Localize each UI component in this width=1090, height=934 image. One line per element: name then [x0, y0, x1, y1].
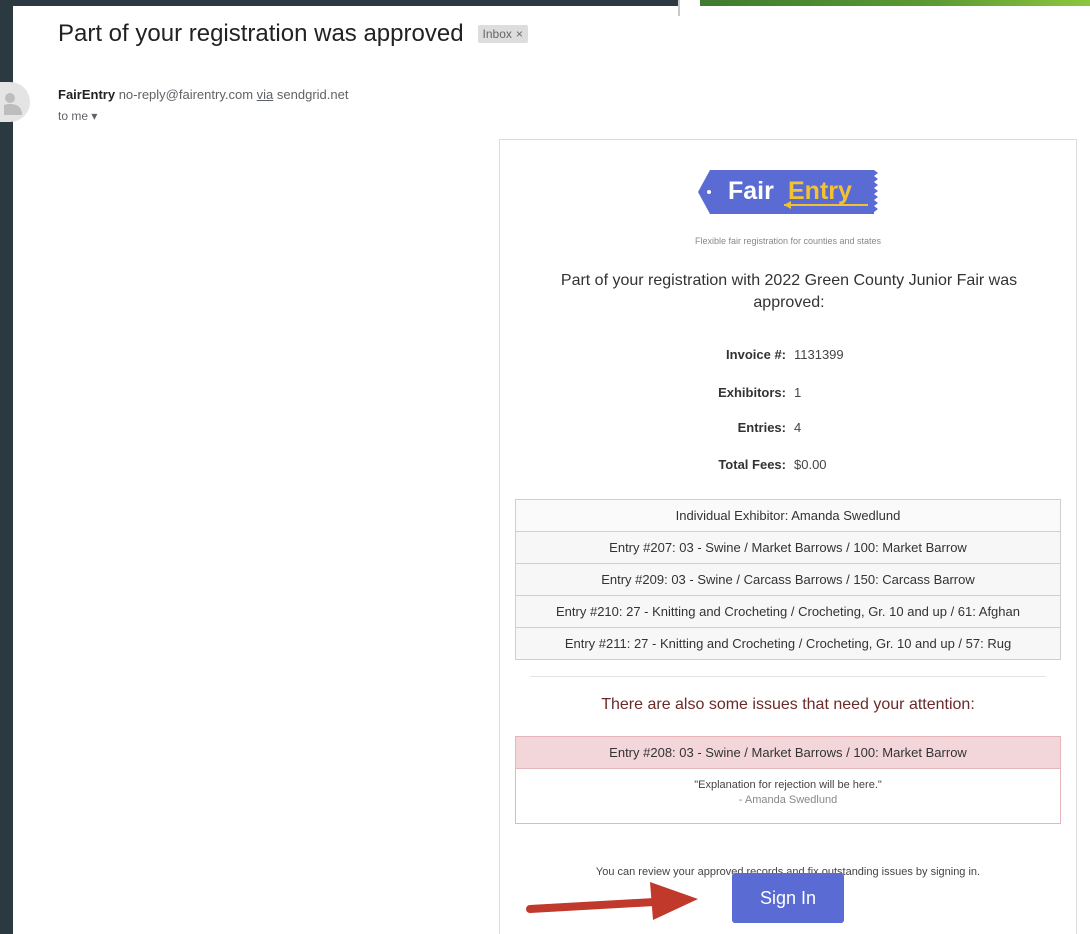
table-row: Entry #210: 27 - Knitting and Crocheting…	[516, 596, 1060, 628]
logo-word-fair: Fair	[728, 177, 774, 205]
top-dark-strip	[0, 0, 680, 6]
table-row: Entry #207: 03 - Swine / Market Barrows …	[516, 532, 1060, 564]
sender-avatar	[0, 82, 30, 122]
recipient-line[interactable]: to me ▾	[58, 109, 97, 123]
approved-entries-table: Individual Exhibitor: Amanda Swedlund En…	[515, 499, 1061, 660]
sender-line: FairEntry no-reply@fairentry.com via sen…	[58, 87, 348, 102]
table-row: Individual Exhibitor: Amanda Swedlund	[516, 500, 1060, 532]
inbox-label-badge[interactable]: Inbox ×	[477, 25, 528, 43]
issue-panel: Entry #208: 03 - Swine / Market Barrows …	[515, 736, 1061, 824]
email-subject-text: Part of your registration was approved	[58, 20, 464, 47]
top-green-strip	[700, 0, 1090, 6]
email-subject: Part of your registration was approved I…	[58, 20, 528, 48]
approval-headline: Part of your registration with 2022 Gree…	[560, 272, 1018, 311]
invoice-row: Invoice #: 1131399	[500, 347, 1076, 362]
table-row: Entry #209: 03 - Swine / Carcass Barrows…	[516, 564, 1060, 596]
sender-name: FairEntry	[58, 87, 116, 102]
total-fees-label: Total Fees:	[718, 457, 786, 472]
exhibitors-value: 1	[794, 385, 802, 400]
entries-label: Entries:	[737, 420, 786, 435]
fairentry-logo: Fair Entry	[696, 168, 878, 216]
sign-in-button[interactable]: Sign In	[732, 873, 844, 923]
remove-label-icon[interactable]: ×	[516, 27, 523, 41]
rejection-author: - Amanda Swedlund	[738, 794, 838, 806]
rejection-explanation: "Explanation for rejection will be here.…	[694, 779, 882, 791]
recipient-text: to me	[58, 109, 89, 123]
exhibitors-label: Exhibitors:	[718, 385, 786, 400]
table-row: Entry #211: 27 - Knitting and Crocheting…	[516, 628, 1060, 660]
logo-word-entry: Entry	[788, 177, 852, 205]
entries-value: 4	[794, 420, 802, 435]
invoice-label: Invoice #:	[726, 347, 786, 362]
via-domain: sendgrid.net	[276, 87, 349, 102]
sender-email: no-reply@fairentry.com	[118, 87, 254, 102]
exhibitors-row: Exhibitors: 1	[500, 385, 1076, 400]
top-divider	[678, 0, 680, 16]
total-fees-row: Total Fees: $0.00	[500, 457, 1076, 472]
section-divider	[530, 676, 1046, 677]
person-icon	[4, 93, 22, 115]
via-link[interactable]: via	[257, 87, 274, 102]
tagline: Flexible fair registration for counties …	[694, 236, 882, 246]
issues-heading: There are also some issues that need you…	[601, 696, 975, 713]
entries-row: Entries: 4	[500, 420, 1076, 435]
inbox-label-text: Inbox	[482, 27, 512, 41]
left-sidebar-strip	[0, 0, 13, 934]
invoice-value: 1131399	[794, 347, 844, 362]
chevron-down-icon[interactable]: ▾	[91, 109, 97, 123]
total-fees-value: $0.00	[794, 457, 827, 472]
email-body-card: Fair Entry Flexible fair registration fo…	[499, 139, 1077, 934]
red-arrow-icon	[526, 882, 698, 920]
issue-entry: Entry #208: 03 - Swine / Market Barrows …	[516, 737, 1060, 769]
